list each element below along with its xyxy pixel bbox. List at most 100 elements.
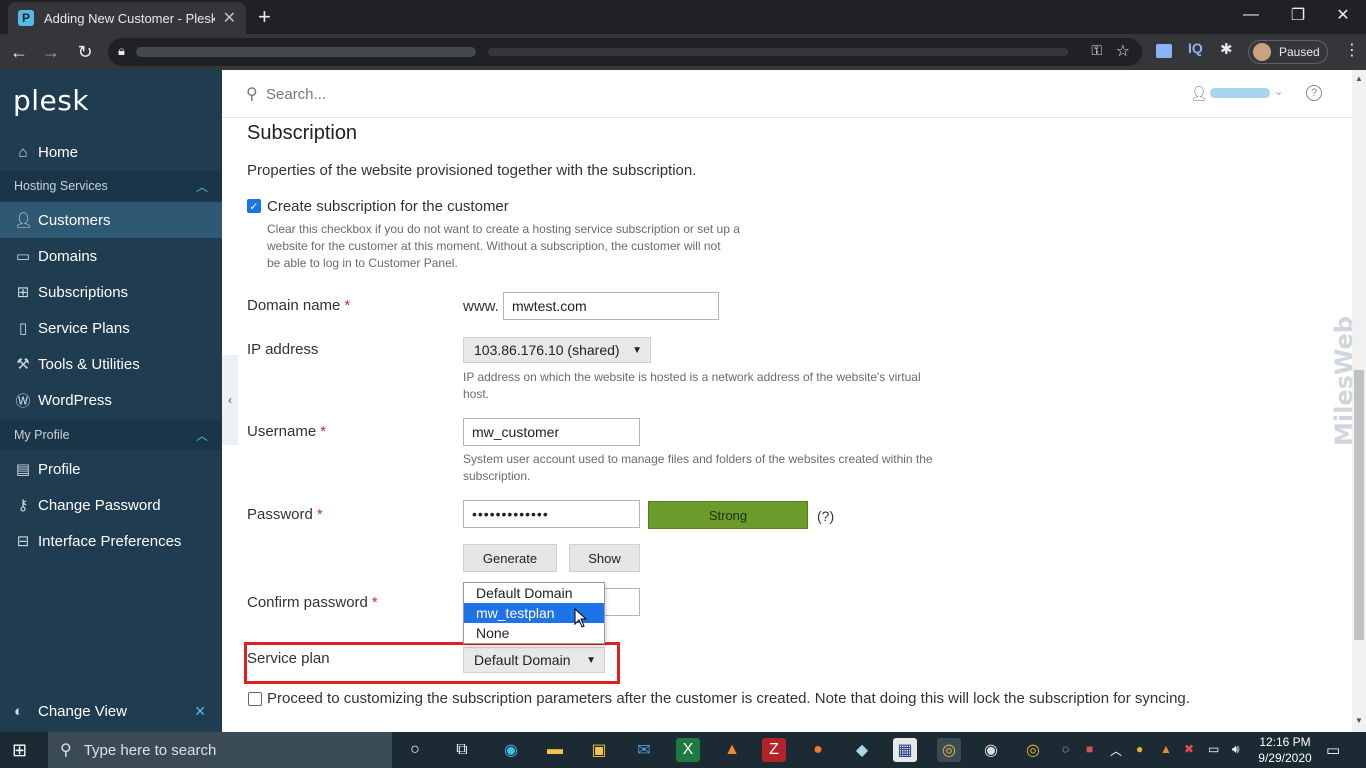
generate-button[interactable]: Generate: [463, 544, 557, 572]
sidebar-group-my-profile[interactable]: My Profile ︿: [0, 420, 222, 450]
sidebar-item-profile[interactable]: ▤ Profile: [0, 451, 222, 487]
sidebar-item-label: Customers: [38, 211, 111, 229]
address-bar[interactable]: 🔒︎ ⚿ ☆: [108, 38, 1142, 66]
minimize-button[interactable]: —: [1228, 0, 1274, 30]
sidebar-item-home[interactable]: ⌂ Home: [0, 134, 222, 170]
forward-arrow-icon[interactable]: →: [38, 40, 64, 64]
monitor-icon: ▭: [15, 248, 31, 265]
scroll-down-icon[interactable]: ▼: [1355, 716, 1363, 725]
scroll-up-icon[interactable]: ▲: [1355, 74, 1363, 83]
sidebar-item-label: Domains: [38, 247, 98, 265]
excel-icon[interactable]: X: [676, 738, 700, 762]
window-close-button[interactable]: ✕: [1320, 0, 1366, 30]
service-plan-option[interactable]: Default Domain: [464, 583, 604, 603]
sidebar-item-interface-preferences[interactable]: ⊟ Interface Preferences: [0, 523, 222, 559]
help-icon[interactable]: ?: [1306, 85, 1322, 101]
volume-icon[interactable]: 🔊︎: [1232, 742, 1240, 757]
service-plan-select[interactable]: Default Domain ▼: [463, 647, 605, 673]
mouse-cursor-icon: [574, 608, 588, 628]
sidebar-group-label: My Profile: [14, 428, 70, 442]
change-view-button[interactable]: ◐ Change View ✕: [0, 694, 222, 728]
username-input[interactable]: mw_customer: [463, 418, 640, 446]
grid-icon: ⊞: [16, 284, 30, 301]
store-icon[interactable]: ▣: [587, 738, 611, 762]
create-subscription-label[interactable]: Create subscription for the customer: [267, 198, 509, 215]
browser-tab[interactable]: P Adding New Customer - Plesk Ob ✕: [8, 2, 246, 34]
extensions-puzzle-icon[interactable]: ✱: [1220, 40, 1233, 58]
taskbar-search-box[interactable]: ⚲ Type here to search: [48, 732, 392, 768]
search-icon: ⚲: [60, 742, 72, 759]
main-content: Subscription Properties of the website p…: [244, 118, 1347, 732]
sidebar-item-domains[interactable]: ▭ Domains: [0, 238, 222, 274]
password-label: Password *: [247, 506, 323, 523]
sidebar-item-wordpress[interactable]: Ⓦ WordPress: [0, 382, 222, 418]
filezilla-icon[interactable]: Z: [762, 738, 786, 762]
profile-status: Paused: [1279, 45, 1320, 59]
service-plan-label: Service plan: [247, 650, 330, 667]
sidebar-item-change-password[interactable]: ⚷ Change Password: [0, 487, 222, 523]
sidebar-item-label: WordPress: [38, 391, 112, 409]
browser-menu-icon[interactable]: ⋮: [1344, 40, 1360, 60]
extension-screen-icon[interactable]: [1156, 44, 1172, 58]
tab-close-icon[interactable]: ✕: [223, 8, 236, 28]
sidebar-item-tools-utilities[interactable]: ⚒ Tools & Utilities: [0, 346, 222, 382]
sidebar-item-service-plans[interactable]: ▯ Service Plans: [0, 310, 222, 346]
edge-icon[interactable]: ◉: [499, 738, 523, 762]
key-icon[interactable]: ⚿: [1091, 42, 1102, 59]
sidebar-item-customers[interactable]: 👤︎ Customers: [0, 202, 222, 238]
change-view-icon: ◐: [14, 702, 24, 720]
new-tab-button[interactable]: +: [258, 4, 271, 30]
proceed-customizing-label[interactable]: Proceed to customizing the subscription …: [267, 690, 1190, 707]
firefox-icon[interactable]: ●: [806, 738, 830, 762]
password-help-link[interactable]: (?): [817, 508, 834, 524]
taskbar-clock[interactable]: 12:16 PM 9/29/2020: [1256, 734, 1314, 766]
proceed-customizing-checkbox[interactable]: [248, 692, 262, 706]
remote-desktop-icon[interactable]: ▦: [893, 738, 917, 762]
search-icon: ⚲: [246, 86, 258, 103]
create-subscription-checkbox[interactable]: ✓: [247, 199, 261, 213]
search-input[interactable]: [266, 82, 666, 106]
notes-icon[interactable]: ◆: [850, 738, 874, 762]
tray-chevron-icon[interactable]: ︿: [1110, 742, 1122, 759]
chevron-down-icon[interactable]: ⌄: [1274, 85, 1283, 98]
windows-start-icon[interactable]: ⊞: [12, 740, 27, 761]
network-icon[interactable]: ▭: [1208, 742, 1219, 756]
maximize-button[interactable]: ❐: [1275, 0, 1321, 30]
tray-tool-icon[interactable]: ✖: [1184, 742, 1194, 756]
media-player-icon[interactable]: ◉: [979, 738, 1003, 762]
task-view-icon[interactable]: ⧉: [450, 738, 474, 762]
sidebar-collapse-handle[interactable]: ‹: [222, 355, 238, 445]
sidebar-item-label: Tools & Utilities: [38, 355, 140, 373]
back-arrow-icon[interactable]: ←: [6, 40, 32, 64]
profile-button[interactable]: Paused: [1248, 40, 1328, 64]
reload-icon[interactable]: ↻: [72, 40, 98, 64]
chat-icon[interactable]: ◌: [1062, 742, 1069, 756]
show-button[interactable]: Show: [569, 544, 640, 572]
bookmark-star-icon[interactable]: ☆: [1116, 41, 1130, 61]
chrome-active-icon[interactable]: ◎: [937, 738, 961, 762]
tray-chrome-icon[interactable]: ●: [1136, 742, 1143, 756]
file-explorer-icon[interactable]: ▬: [543, 738, 567, 762]
password-input[interactable]: •••••••••••••: [463, 500, 640, 528]
cortana-icon[interactable]: ○: [403, 738, 427, 762]
sidebar-group-hosting-services[interactable]: Hosting Services ︿: [0, 171, 222, 201]
chrome-icon[interactable]: ◎: [1021, 738, 1045, 762]
recorder-icon[interactable]: ■: [1086, 742, 1093, 756]
extension-iq-icon[interactable]: IQ: [1188, 40, 1203, 56]
plesk-logo[interactable]: plesk: [13, 84, 89, 117]
close-icon[interactable]: ✕: [194, 703, 206, 720]
layout-icon: ⊟: [16, 533, 30, 550]
tray-app-icon[interactable]: ▲: [1160, 742, 1172, 756]
sidebar-item-subscriptions[interactable]: ⊞ Subscriptions: [0, 274, 222, 310]
url-redacted: [136, 47, 476, 57]
mail-icon[interactable]: ✉: [632, 738, 656, 762]
user-icon[interactable]: 👤︎: [1190, 85, 1208, 102]
user-name-redacted[interactable]: [1210, 88, 1270, 98]
vlc-icon[interactable]: ▲: [720, 738, 744, 762]
sidebar-item-label: Change Password: [38, 496, 161, 514]
notifications-icon[interactable]: ▭: [1326, 741, 1340, 759]
tools-icon: ⚒: [16, 356, 30, 373]
ip-address-select[interactable]: 103.86.176.10 (shared) ▼: [463, 337, 651, 363]
wordpress-icon: Ⓦ: [15, 392, 31, 410]
domain-name-input[interactable]: mwtest.com: [503, 292, 719, 320]
